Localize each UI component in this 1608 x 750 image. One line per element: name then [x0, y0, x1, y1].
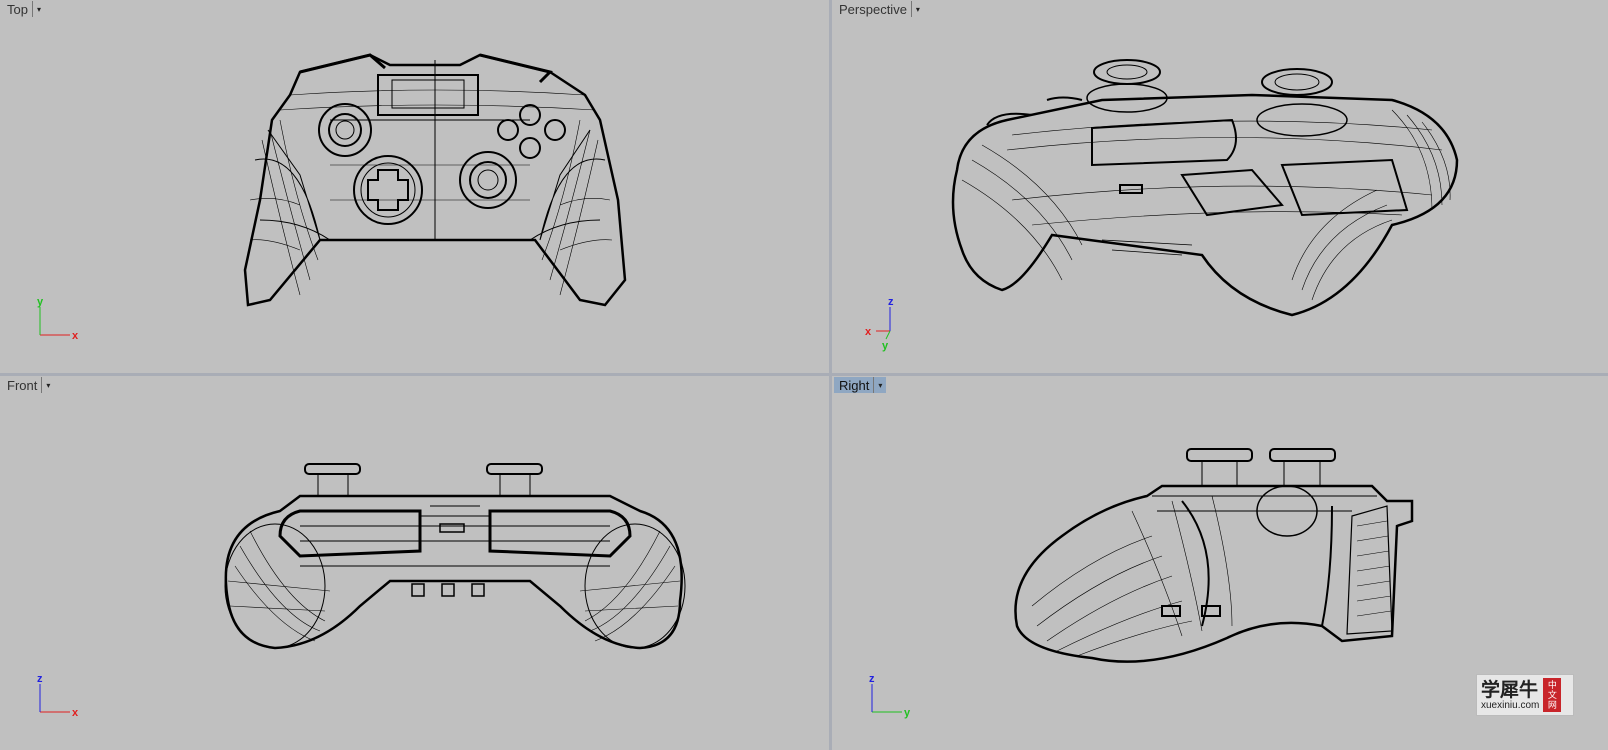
axis-x-label: x: [865, 326, 872, 338]
axis-z-label: z: [888, 296, 894, 308]
watermark-domain: xuexiniu.com: [1481, 699, 1540, 711]
viewport-right[interactable]: Right ▾ y z 学犀牛 xuexiniu.com 中 文 网: [832, 376, 1608, 750]
seal-char: 文: [1547, 690, 1557, 700]
watermark-seal: 中 文 网: [1543, 678, 1562, 712]
axis-indicator: x z y: [865, 296, 894, 352]
controller-wireframe-front: [224, 463, 686, 650]
seal-char: 网: [1547, 700, 1557, 710]
viewport-top[interactable]: Top ▾ x y: [0, 0, 829, 373]
watermark-chinese: 学犀牛: [1481, 678, 1539, 701]
viewport-perspective[interactable]: Perspective ▾ x z y: [832, 0, 1608, 373]
viewport-front[interactable]: Front ▾ x z: [0, 376, 829, 750]
controller-wireframe-perspective: [951, 59, 1459, 317]
axis-indicator: x y: [37, 296, 79, 342]
controller-wireframe-top: [243, 53, 627, 307]
axis-y-label: y: [37, 296, 44, 308]
watermark-logo: 学犀牛 xuexiniu.com 中 文 网: [1476, 674, 1574, 716]
axis-z-label: z: [37, 673, 43, 685]
axis-x-label: x: [72, 330, 79, 342]
axis-x-label: x: [72, 707, 79, 719]
axis-y-label: y: [882, 340, 889, 352]
axis-indicator: x z: [37, 673, 79, 719]
axis-indicator: y z: [869, 673, 911, 719]
axis-z-label: z: [869, 673, 875, 685]
axis-y-label: y: [904, 707, 911, 719]
seal-char: 中: [1547, 680, 1557, 690]
